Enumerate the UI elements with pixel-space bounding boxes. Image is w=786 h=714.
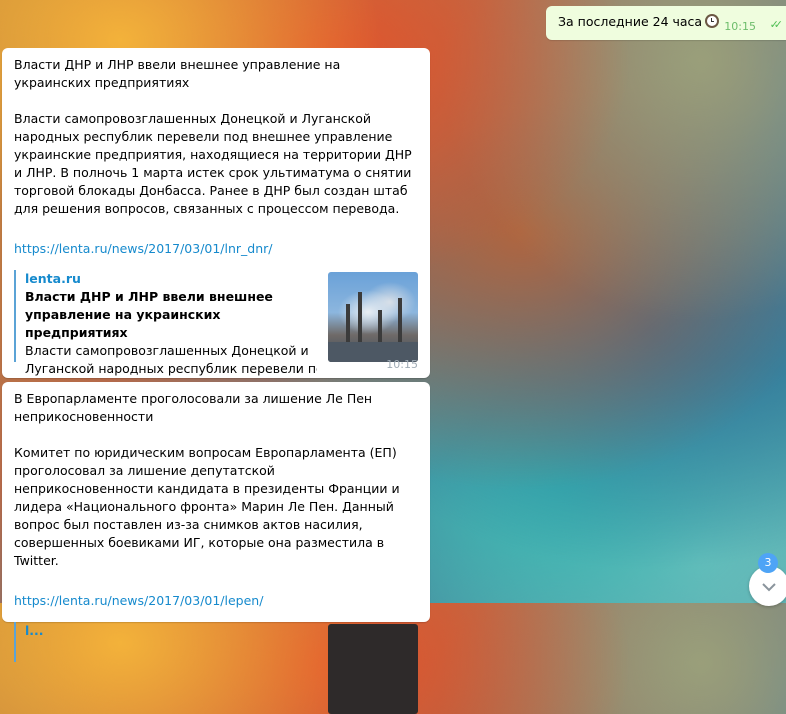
message-bubble[interactable]: Власти ДНР и ЛНР ввели внешнее управлени… xyxy=(2,48,430,378)
message-bubble[interactable]: В Европарламенте проголосовали за лишени… xyxy=(2,382,430,714)
outgoing-text: За последние 24 часа xyxy=(558,14,703,29)
message-headline: Власти ДНР и ЛНР ввели внешнее управлени… xyxy=(14,57,341,90)
link-preview[interactable]: lenta.ru Власти ДНР и ЛНР ввели внешнее … xyxy=(14,270,418,376)
message-body: Комитет по юридическим вопросам Европарл… xyxy=(14,445,400,568)
outgoing-time: 10:15 xyxy=(724,20,756,33)
preview-text-line2: Луганской народных республик перевели по… xyxy=(25,361,317,376)
message-headline: В Европарламенте проголосовали за лишени… xyxy=(14,391,373,424)
preview-thumbnail[interactable] xyxy=(328,624,418,714)
preview-thumbnail[interactable] xyxy=(328,272,418,362)
unread-count-badge: 3 xyxy=(758,553,778,573)
preview-title: Власти ДНР и ЛНР ввели внешнее управлени… xyxy=(25,289,273,340)
clock-icon xyxy=(705,14,720,28)
chevron-down-icon xyxy=(761,577,777,596)
double-check-icon: ✓✓ xyxy=(769,18,784,31)
message-link[interactable]: https://lenta.ru/news/2017/03/01/lnr_dnr… xyxy=(14,240,418,258)
link-preview[interactable]: l... xyxy=(14,622,418,714)
outgoing-message[interactable]: За последние 24 часа 10:15 ✓✓ xyxy=(546,6,786,40)
preview-text-line1: Власти самопровозглашенных Донецкой и xyxy=(25,343,309,358)
message-link[interactable]: https://lenta.ru/news/2017/03/01/lepen/ xyxy=(14,592,418,610)
message-time: 10:15 xyxy=(386,358,418,371)
message-body: Власти самопровозглашенных Донецкой и Лу… xyxy=(14,111,412,216)
